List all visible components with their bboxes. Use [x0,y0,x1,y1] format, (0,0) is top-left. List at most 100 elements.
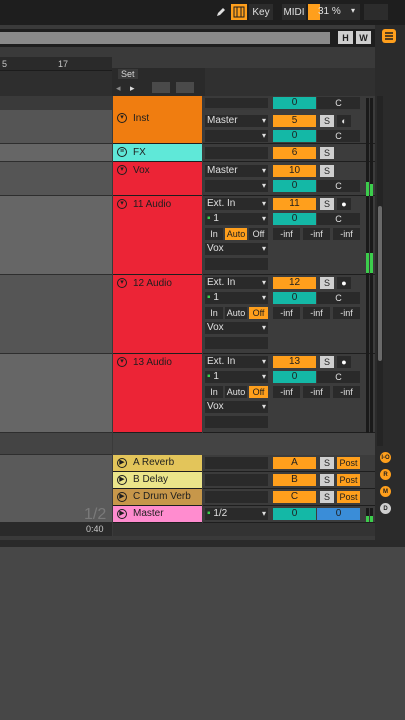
solo-button[interactable]: S [320,491,334,503]
monitor-off-button[interactable]: Off [249,307,268,319]
solo-button[interactable]: S [320,356,334,368]
arrangement-lane[interactable] [0,110,112,144]
keyboard-icon[interactable] [231,4,247,20]
return-activator[interactable]: A [273,457,316,469]
key-map-button[interactable]: Key [249,4,273,20]
arrangement-lane[interactable] [0,196,112,275]
delay-toggle-icon[interactable]: D [380,503,391,514]
cue-button[interactable]: C [317,213,360,225]
chevron-down-icon[interactable]: ▾ [117,357,127,367]
cue-button[interactable]: C [317,180,360,192]
arm-icon[interactable]: ◐ [337,115,351,127]
monitor-auto-button[interactable]: Auto [225,386,247,398]
time-ruler[interactable]: 0:40 [0,522,112,536]
output-channel-select[interactable]: ▾ [205,130,268,142]
monitor-auto-button[interactable]: Auto [225,307,247,319]
cue-button[interactable]: C [317,97,360,109]
scrollbar[interactable] [377,96,383,446]
input-select[interactable]: Ext. In ▾ [205,277,268,289]
cue-button[interactable]: C [317,292,360,304]
arrow-left-icon[interactable]: ◂ [116,83,121,94]
input-select[interactable]: Ext. In ▾ [205,198,268,210]
lock-icon[interactable] [176,82,194,93]
arm-icon[interactable]: ● [337,356,351,368]
io-toggle-icon[interactable]: I-O [380,452,391,463]
input-channel-select[interactable]: ▪ 1 ▾ [205,371,268,383]
input-channel-select[interactable]: ▪ 1 ▾ [205,213,268,225]
chevron-down-icon[interactable]: ▾ [117,165,127,175]
detail-view[interactable] [0,545,405,720]
chevron-down-icon[interactable]: ▾ [117,278,127,288]
output-channel-select[interactable] [205,337,268,349]
track-activator[interactable]: 13 [273,356,316,368]
return-activator[interactable]: B [273,474,316,486]
returns-toggle-icon[interactable]: R [380,469,391,480]
track-volume[interactable]: 0 [273,180,316,192]
routing-empty[interactable] [205,457,268,469]
track-activator[interactable]: 11 [273,198,316,210]
output-select[interactable]: Vox ▾ [205,322,268,334]
post-button[interactable]: Post [337,491,360,503]
overview-scroll[interactable] [0,32,330,44]
play-icon[interactable]: ▶ [117,492,127,502]
track-activator[interactable]: 5 [273,115,316,127]
cue-button[interactable]: C [317,371,360,383]
track-volume[interactable]: 0 [273,97,316,109]
arrangement-lane[interactable] [0,433,112,455]
master-track[interactable]: ▶ Master [113,506,202,523]
monitor-off-button[interactable]: Off [249,228,268,240]
return-c-drum-verb[interactable]: ▶ C Drum Verb [113,489,202,506]
monitor-in-button[interactable]: In [205,386,223,398]
routing-empty[interactable] [205,474,268,486]
track-activator[interactable]: 12 [273,277,316,289]
cue-out-select[interactable]: ▪ 1/2 ▾ [205,508,268,520]
h-button[interactable]: H [338,31,353,44]
track-fx[interactable]: ≡ FX [113,144,202,162]
return-a-reverb[interactable]: ▶ A Reverb [113,455,202,472]
master-volume[interactable]: 0 [273,508,316,520]
cue-button[interactable]: C [317,130,360,142]
solo-button[interactable]: S [320,115,334,127]
track-11-audio[interactable]: ▾ 11 Audio [113,196,202,275]
arrangement-lane[interactable] [0,144,112,162]
arrangement-lane[interactable] [0,162,112,196]
chevron-down-icon[interactable]: ▾ [117,113,127,123]
return-b-delay[interactable]: ▶ B Delay [113,472,202,489]
output-select[interactable]: Vox ▾ [205,401,268,413]
arm-icon[interactable]: ● [337,198,351,210]
pencil-icon[interactable] [213,4,229,20]
output-channel-select[interactable] [205,258,268,270]
routing-empty[interactable] [205,98,268,108]
scrollbar-thumb[interactable] [378,206,382,361]
mixer-toggle-icon[interactable]: M [380,486,391,497]
menu-icon[interactable]: ≡ [117,147,127,157]
expand-icon[interactable] [152,82,170,93]
play-icon[interactable]: ▶ [117,509,127,519]
track-inst[interactable]: ▾ Inst [113,110,202,144]
solo-button[interactable]: S [320,277,334,289]
output-channel-select[interactable]: ▾ [205,180,268,192]
monitor-off-button[interactable]: Off [249,386,268,398]
monitor-auto-button[interactable]: Auto [225,228,247,240]
solo-button[interactable]: S [320,147,334,159]
return-activator[interactable]: C [273,491,316,503]
track-activator[interactable]: 10 [273,165,316,177]
play-icon[interactable]: ▶ [117,458,127,468]
solo-button[interactable]: S [320,457,334,469]
input-channel-select[interactable]: ▪ 1 ▾ [205,292,268,304]
arrangement-lane[interactable] [0,275,112,354]
solo-button[interactable]: S [320,474,334,486]
routing-empty[interactable] [205,147,268,159]
output-channel-select[interactable] [205,416,268,428]
play-icon[interactable]: ▶ [117,475,127,485]
output-select[interactable]: Vox ▾ [205,243,268,255]
track-activator[interactable]: 6 [273,147,316,159]
input-select[interactable]: Ext. In ▾ [205,356,268,368]
arm-icon[interactable]: ● [337,277,351,289]
track-12-audio[interactable]: ▾ 12 Audio [113,275,202,354]
midi-map-button[interactable]: MIDI [282,4,306,20]
arrangement-lane[interactable] [0,354,112,433]
track-volume[interactable]: 0 [273,292,316,304]
track-volume[interactable]: 0 [273,130,316,142]
monitor-in-button[interactable]: In [205,307,223,319]
